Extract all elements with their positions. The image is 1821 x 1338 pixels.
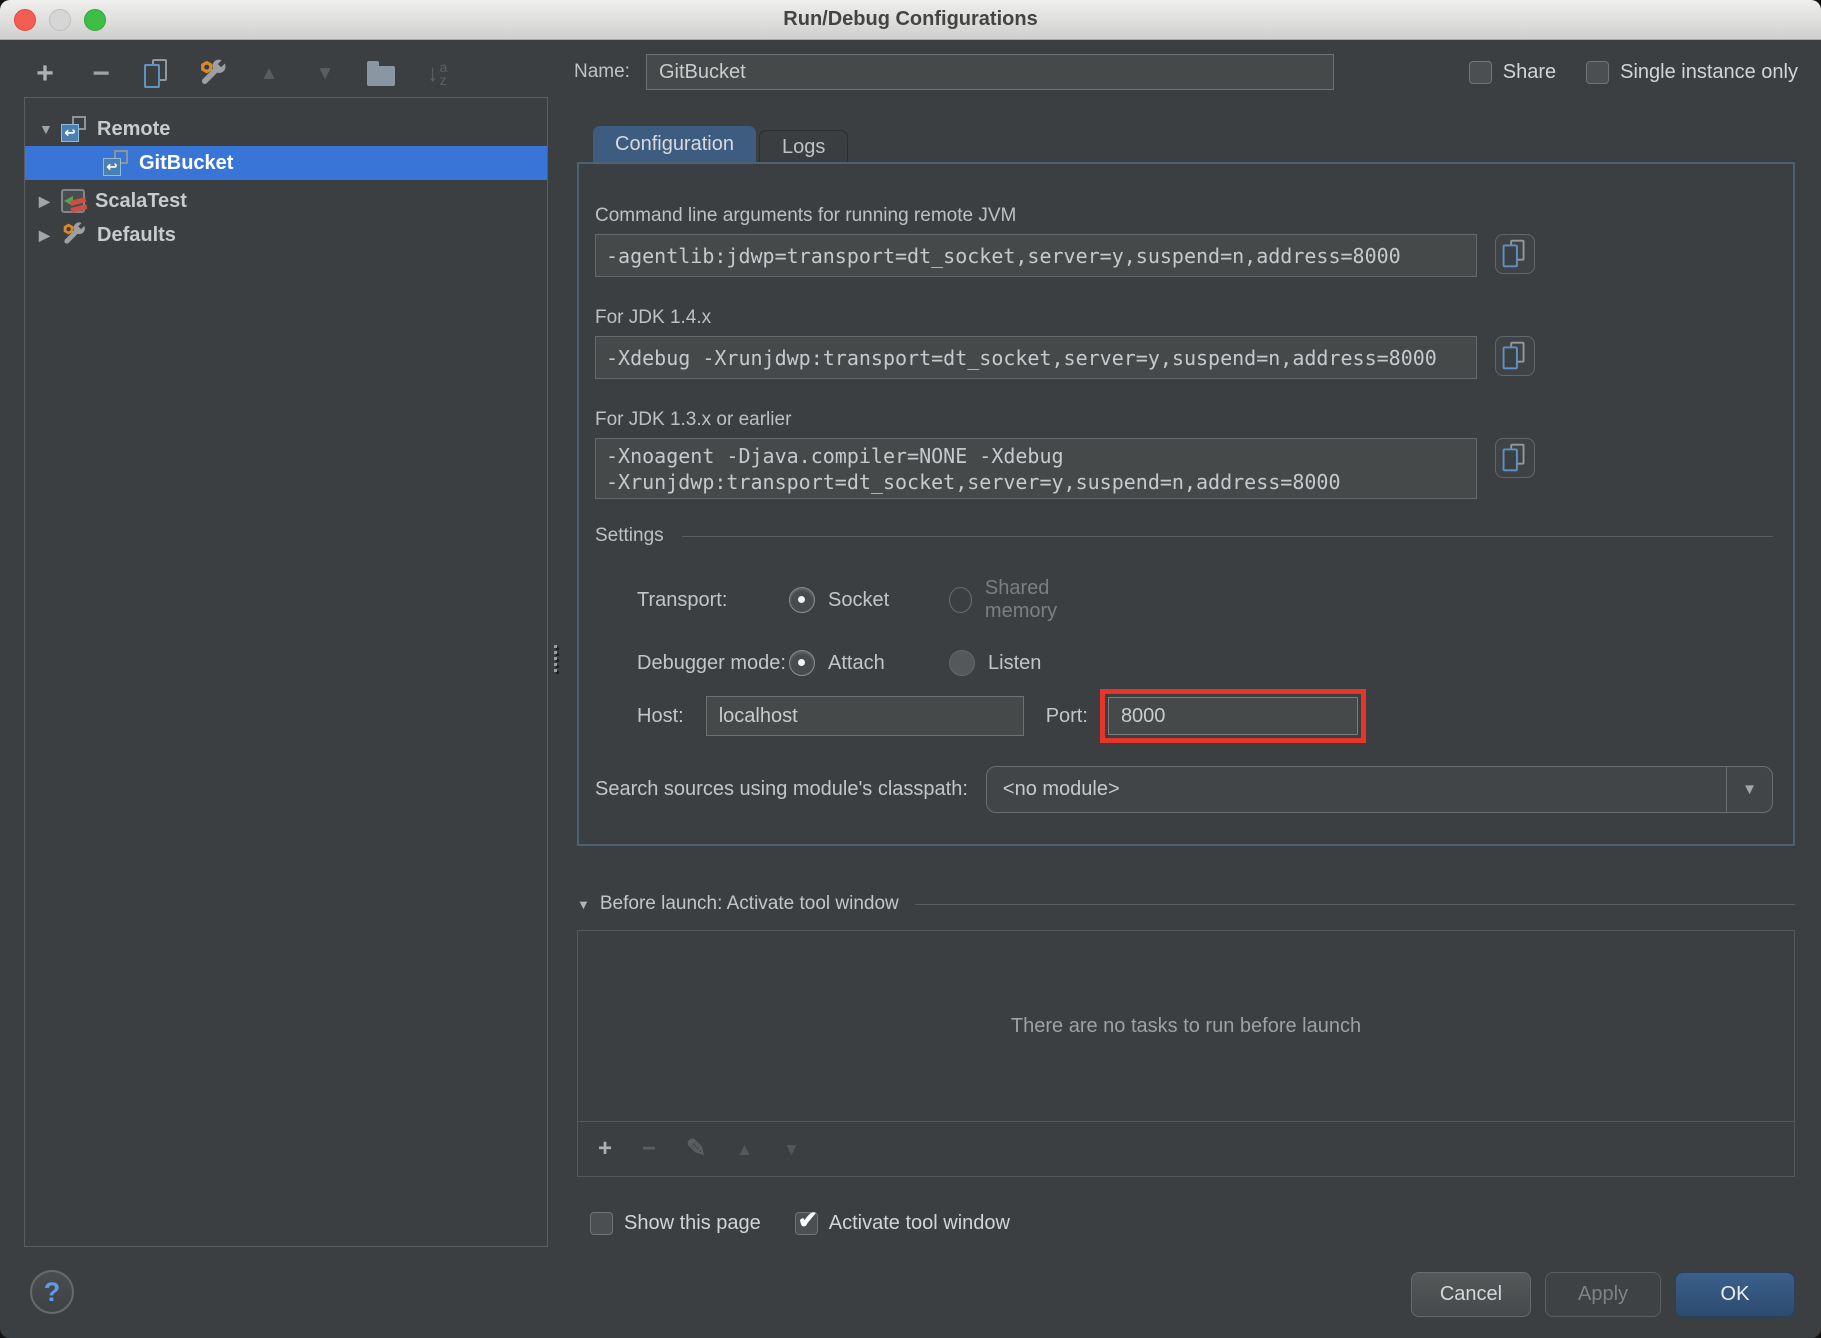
host-label: Host: xyxy=(637,705,684,728)
move-task-down-button[interactable]: ▼ xyxy=(783,1141,800,1158)
copy-icon xyxy=(1502,444,1529,473)
debugger-mode-label: Debugger mode: xyxy=(637,652,789,675)
copy-icon xyxy=(1502,342,1529,371)
radio-disabled-icon xyxy=(949,587,972,613)
copy-icon xyxy=(1502,240,1529,269)
apply-button[interactable]: Apply xyxy=(1545,1272,1661,1317)
settings-label: Settings xyxy=(595,525,664,547)
empty-task-list-text: There are no tasks to run before launch xyxy=(578,931,1794,1121)
edit-defaults-button[interactable] xyxy=(198,59,228,89)
ok-button[interactable]: OK xyxy=(1675,1272,1795,1317)
radio-unselected-icon xyxy=(949,650,975,676)
checkbox-icon xyxy=(1469,61,1492,84)
tab-logs[interactable]: Logs xyxy=(759,130,848,163)
combobox-value: <no module> xyxy=(987,778,1726,801)
copy-to-clipboard-button[interactable] xyxy=(1495,336,1535,376)
collapse-arrow-icon[interactable]: ▼ xyxy=(39,121,55,137)
question-mark-icon: ? xyxy=(44,1277,61,1308)
remove-configuration-button[interactable]: − xyxy=(86,59,116,89)
configurations-tree: ▼ ↩ Remote ↩ GitBucket ▶ ScalaTest ▶ Def… xyxy=(24,97,548,1247)
create-folder-button[interactable] xyxy=(366,59,396,89)
copy-configuration-button[interactable] xyxy=(142,59,172,89)
cmd-args-label: Command line arguments for running remot… xyxy=(595,205,1773,227)
checkbox-icon xyxy=(1586,61,1609,84)
cancel-button[interactable]: Cancel xyxy=(1411,1272,1531,1317)
remote-config-icon: ↩ xyxy=(103,150,129,176)
transport-label: Transport: xyxy=(637,589,789,612)
copy-icon xyxy=(143,59,171,89)
move-up-icon: ▲ xyxy=(260,63,279,85)
plus-icon: + xyxy=(36,59,54,89)
share-checkbox[interactable]: Share xyxy=(1469,61,1556,84)
port-input[interactable] xyxy=(1108,697,1358,735)
radio-selected-icon xyxy=(789,650,815,676)
radio-attach[interactable]: Attach xyxy=(789,650,949,676)
radio-listen[interactable]: Listen xyxy=(949,650,1109,676)
wrench-icon xyxy=(198,59,228,89)
radio-selected-icon xyxy=(789,587,815,613)
host-input[interactable] xyxy=(706,696,1024,736)
jdk14-args-input[interactable] xyxy=(595,336,1477,379)
configuration-panel: Command line arguments for running remot… xyxy=(577,162,1795,846)
separator-line xyxy=(682,536,1773,537)
checkbox-icon xyxy=(590,1212,613,1235)
expand-arrow-icon[interactable]: ▶ xyxy=(39,193,55,210)
move-down-button[interactable]: ▼ xyxy=(310,59,340,89)
add-configuration-button[interactable]: + xyxy=(30,59,60,89)
checkbox-checked-icon: ✔ xyxy=(795,1212,818,1235)
before-launch-label: Before launch: Activate tool window xyxy=(600,893,899,915)
port-label: Port: xyxy=(1046,705,1088,728)
radio-socket[interactable]: Socket xyxy=(789,587,949,613)
before-launch-task-list: There are no tasks to run before launch … xyxy=(577,930,1795,1177)
copy-to-clipboard-button[interactable] xyxy=(1495,234,1535,274)
cmd-args-input[interactable] xyxy=(595,234,1477,277)
tab-configuration[interactable]: Configuration xyxy=(593,126,756,163)
search-sources-label: Search sources using module's classpath: xyxy=(595,778,968,801)
panel-splitter-handle[interactable] xyxy=(554,645,557,672)
edit-task-button[interactable]: ✎ xyxy=(686,1137,706,1161)
move-up-button[interactable]: ▲ xyxy=(254,59,284,89)
sort-configurations-button[interactable]: ↓ az xyxy=(422,59,452,89)
name-label: Name: xyxy=(574,61,630,83)
sort-az-icon: ↓ az xyxy=(427,61,448,87)
tree-item-defaults[interactable]: ▶ Defaults xyxy=(25,218,547,252)
move-down-icon: ▼ xyxy=(316,63,335,85)
folder-icon xyxy=(367,66,395,86)
add-task-button[interactable]: + xyxy=(598,1137,612,1161)
jdk14-label: For JDK 1.4.x xyxy=(595,307,1773,329)
scalatest-icon xyxy=(61,189,85,213)
config-tabs: Configuration Logs xyxy=(593,126,848,163)
minimize-window-button[interactable] xyxy=(49,9,71,31)
port-highlight-annotation xyxy=(1100,689,1366,743)
remove-task-button[interactable]: − xyxy=(642,1137,656,1161)
minus-icon: − xyxy=(92,59,110,89)
defaults-icon xyxy=(61,222,87,248)
titlebar: Run/Debug Configurations xyxy=(0,0,1821,40)
task-list-toolbar: + − ✎ ▲ ▼ xyxy=(578,1121,1794,1176)
window-title: Run/Debug Configurations xyxy=(783,8,1037,31)
copy-to-clipboard-button[interactable] xyxy=(1495,438,1535,478)
configurations-toolbar: + − ▲ ▼ ↓ az xyxy=(30,52,452,96)
help-button[interactable]: ? xyxy=(30,1270,74,1314)
radio-shared-memory: Shared memory xyxy=(949,577,1109,623)
separator-line xyxy=(915,904,1795,905)
close-window-button[interactable] xyxy=(14,9,36,31)
activate-tool-window-checkbox[interactable]: ✔ Activate tool window xyxy=(795,1212,1010,1235)
collapse-arrow-icon[interactable]: ▼ xyxy=(577,897,590,912)
tree-item-remote[interactable]: ▼ ↩ Remote xyxy=(25,112,547,146)
zoom-window-button[interactable] xyxy=(84,9,106,31)
expand-arrow-icon[interactable]: ▶ xyxy=(39,227,55,244)
single-instance-checkbox[interactable]: Single instance only xyxy=(1586,61,1798,84)
jdk13-args-field[interactable]: -Xnoagent -Djava.compiler=NONE -Xdebug -… xyxy=(595,438,1477,499)
name-input[interactable] xyxy=(646,54,1334,90)
chevron-down-icon[interactable]: ▼ xyxy=(1726,767,1772,812)
run-debug-configurations-dialog: Run/Debug Configurations + − ▲ ▼ ↓ az ▼ xyxy=(0,0,1821,1338)
tree-item-gitbucket[interactable]: ↩ GitBucket xyxy=(25,146,547,180)
remote-config-icon: ↩ xyxy=(61,116,87,142)
show-this-page-checkbox[interactable]: Show this page xyxy=(590,1212,761,1235)
jdk13-label: For JDK 1.3.x or earlier xyxy=(595,409,1773,431)
module-classpath-combobox[interactable]: <no module> ▼ xyxy=(986,766,1773,813)
tree-item-scalatest[interactable]: ▶ ScalaTest xyxy=(25,184,547,218)
move-task-up-button[interactable]: ▲ xyxy=(736,1141,753,1158)
